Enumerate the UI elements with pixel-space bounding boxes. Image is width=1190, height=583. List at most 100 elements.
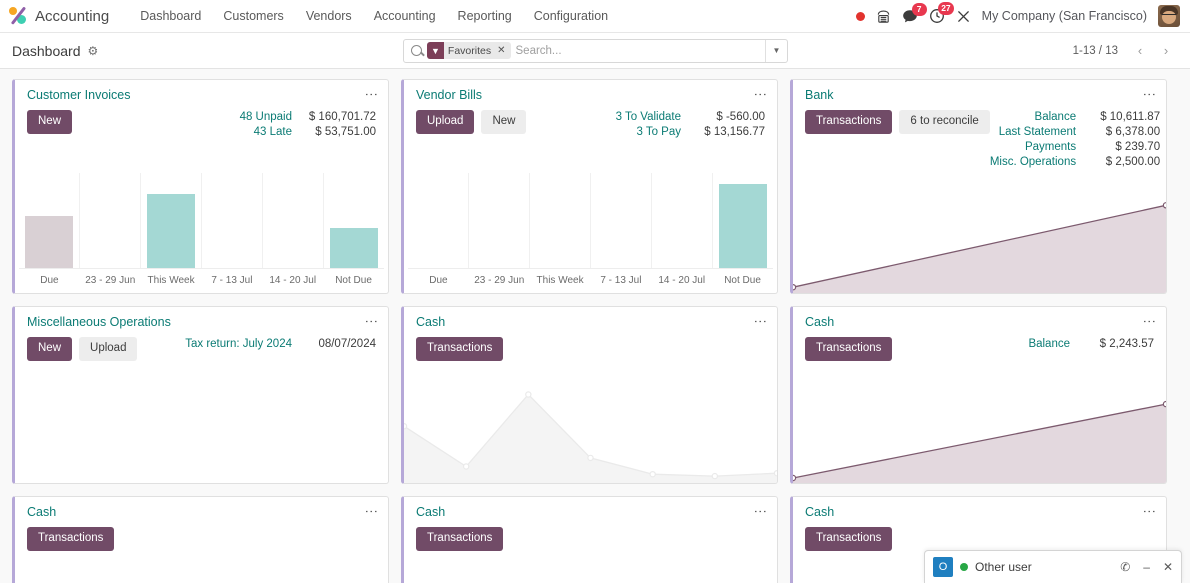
bar-column[interactable] xyxy=(202,173,263,268)
card-cash-right[interactable]: Cash ⋮ Transactions Balance $ 2,243.57 xyxy=(790,306,1167,484)
bar[interactable] xyxy=(719,184,767,268)
stat-label-misc-operations[interactable]: Misc. Operations xyxy=(990,155,1076,170)
transactions-button[interactable]: Transactions xyxy=(416,337,504,361)
recording-dot-icon[interactable] xyxy=(855,11,865,21)
card-title[interactable]: Bank xyxy=(805,88,834,102)
stat-label-late[interactable]: 43 Late xyxy=(254,125,292,140)
card-title[interactable]: Cash xyxy=(805,315,834,329)
kebab-menu-icon[interactable]: ⋮ xyxy=(1142,315,1157,328)
menu-item-configuration[interactable]: Configuration xyxy=(523,3,619,29)
transactions-button[interactable]: Transactions xyxy=(27,527,115,551)
kebab-menu-icon[interactable]: ⋮ xyxy=(753,88,768,101)
upload-button[interactable]: Upload xyxy=(79,337,138,361)
stat-label-to-validate[interactable]: 3 To Validate xyxy=(616,110,681,125)
kebab-menu-icon[interactable]: ⋮ xyxy=(364,315,379,328)
data-point[interactable] xyxy=(404,423,408,430)
stat-label-last-statement[interactable]: Last Statement xyxy=(999,125,1076,140)
facet-remove-icon[interactable]: ✕ xyxy=(495,42,511,59)
data-point[interactable] xyxy=(649,470,656,478)
menu-item-dashboard[interactable]: Dashboard xyxy=(129,3,212,29)
avatar[interactable] xyxy=(1158,5,1180,27)
card-cash-middle[interactable]: Cash ⋮ Transactions xyxy=(401,306,778,484)
pager-previous-button[interactable]: ‹ xyxy=(1128,40,1152,62)
search-facet-favorites[interactable]: ▼ Favorites ✕ xyxy=(427,42,511,59)
upload-button[interactable]: Upload xyxy=(416,110,475,134)
stat-label-tax-return[interactable]: Tax return: July 2024 xyxy=(185,337,292,352)
stat-label-to-pay[interactable]: 3 To Pay xyxy=(636,125,681,140)
bar-column[interactable] xyxy=(408,173,469,268)
card-title[interactable]: Cash xyxy=(805,505,834,519)
odoo-logo-icon[interactable] xyxy=(8,6,28,26)
kebab-menu-icon[interactable]: ⋮ xyxy=(364,505,379,518)
card-title[interactable]: Cash xyxy=(27,505,56,519)
bar-column[interactable] xyxy=(652,173,713,268)
bar[interactable] xyxy=(147,193,195,268)
transactions-button[interactable]: Transactions xyxy=(805,337,893,361)
data-point[interactable] xyxy=(587,454,594,462)
transactions-button[interactable]: Transactions xyxy=(805,110,893,134)
search-bar[interactable]: ▼ Favorites ✕ ▼ xyxy=(403,38,788,63)
bar-column[interactable] xyxy=(141,173,202,268)
data-point[interactable] xyxy=(711,472,719,480)
data-point[interactable] xyxy=(1162,202,1166,209)
card-title[interactable]: Vendor Bills xyxy=(416,88,482,102)
kebab-menu-icon[interactable]: ⋮ xyxy=(753,315,768,328)
bar-column[interactable] xyxy=(530,173,591,268)
data-point[interactable] xyxy=(773,470,777,477)
card-title[interactable]: Miscellaneous Operations xyxy=(27,315,171,329)
card-title[interactable]: Cash xyxy=(416,315,445,329)
clock-icon[interactable]: 27 xyxy=(929,2,954,24)
company-switcher[interactable]: My Company (San Francisco) xyxy=(982,9,1147,23)
to-reconcile-button[interactable]: 6 to reconcile xyxy=(899,110,990,134)
chevron-down-icon[interactable]: ▼ xyxy=(765,39,787,62)
card-customer-invoices[interactable]: Customer Invoices ⋮ New 48 Unpaid $ 160,… xyxy=(12,79,389,294)
bar-column[interactable] xyxy=(713,173,773,268)
stat-label-unpaid[interactable]: 48 Unpaid xyxy=(240,110,292,125)
data-point[interactable] xyxy=(793,474,797,482)
card-title[interactable]: Customer Invoices xyxy=(27,88,131,102)
data-point[interactable] xyxy=(1162,400,1166,408)
kebab-menu-icon[interactable]: ⋮ xyxy=(753,505,768,518)
pager-next-button[interactable]: › xyxy=(1154,40,1178,62)
new-button[interactable]: New xyxy=(27,337,73,361)
data-point[interactable] xyxy=(462,463,470,470)
minimize-icon[interactable]: – xyxy=(1143,561,1150,573)
close-apps-icon[interactable] xyxy=(956,9,971,24)
data-point[interactable] xyxy=(793,284,797,291)
app-name[interactable]: Accounting xyxy=(35,8,109,25)
stat-label-balance[interactable]: Balance xyxy=(1035,110,1077,125)
kebab-menu-icon[interactable]: ⋮ xyxy=(364,88,379,101)
call-icon[interactable]: ✆ xyxy=(1120,561,1130,573)
bar-column[interactable] xyxy=(263,173,324,268)
transactions-button[interactable]: Transactions xyxy=(416,527,504,551)
card-title[interactable]: Cash xyxy=(416,505,445,519)
card-vendor-bills[interactable]: Vendor Bills ⋮ Upload New 3 To Validate … xyxy=(401,79,778,294)
menu-item-accounting[interactable]: Accounting xyxy=(363,3,447,29)
phone-icon[interactable] xyxy=(876,9,891,24)
menu-item-reporting[interactable]: Reporting xyxy=(447,3,523,29)
menu-item-customers[interactable]: Customers xyxy=(212,3,294,29)
close-icon[interactable]: ✕ xyxy=(1163,561,1173,573)
new-button[interactable]: New xyxy=(27,110,73,134)
kebab-menu-icon[interactable]: ⋮ xyxy=(1142,88,1157,101)
bar-column[interactable] xyxy=(80,173,141,268)
card-cash-bottom-1[interactable]: Cash ⋮ Transactions xyxy=(12,496,389,583)
bar-column[interactable] xyxy=(324,173,384,268)
bar-column[interactable] xyxy=(19,173,80,268)
bar-column[interactable] xyxy=(591,173,652,268)
new-button[interactable]: New xyxy=(481,110,527,134)
bar[interactable] xyxy=(330,228,378,268)
gear-icon[interactable]: ⚙ xyxy=(88,44,99,58)
transactions-button[interactable]: Transactions xyxy=(805,527,893,551)
bar[interactable] xyxy=(25,215,73,268)
menu-item-vendors[interactable]: Vendors xyxy=(295,3,363,29)
stat-label-payments[interactable]: Payments xyxy=(1025,140,1076,155)
chat-bubble-icon[interactable]: 7 xyxy=(902,2,927,24)
card-cash-bottom-2[interactable]: Cash ⋮ Transactions xyxy=(401,496,778,583)
chat-widget[interactable]: O Other user ✆ – ✕ xyxy=(924,550,1182,583)
stat-label-balance[interactable]: Balance xyxy=(1028,337,1070,352)
kebab-menu-icon[interactable]: ⋮ xyxy=(1142,505,1157,518)
card-miscellaneous-operations[interactable]: Miscellaneous Operations ⋮ New Upload Ta… xyxy=(12,306,389,484)
data-point[interactable] xyxy=(525,391,532,398)
bar-column[interactable] xyxy=(469,173,530,268)
